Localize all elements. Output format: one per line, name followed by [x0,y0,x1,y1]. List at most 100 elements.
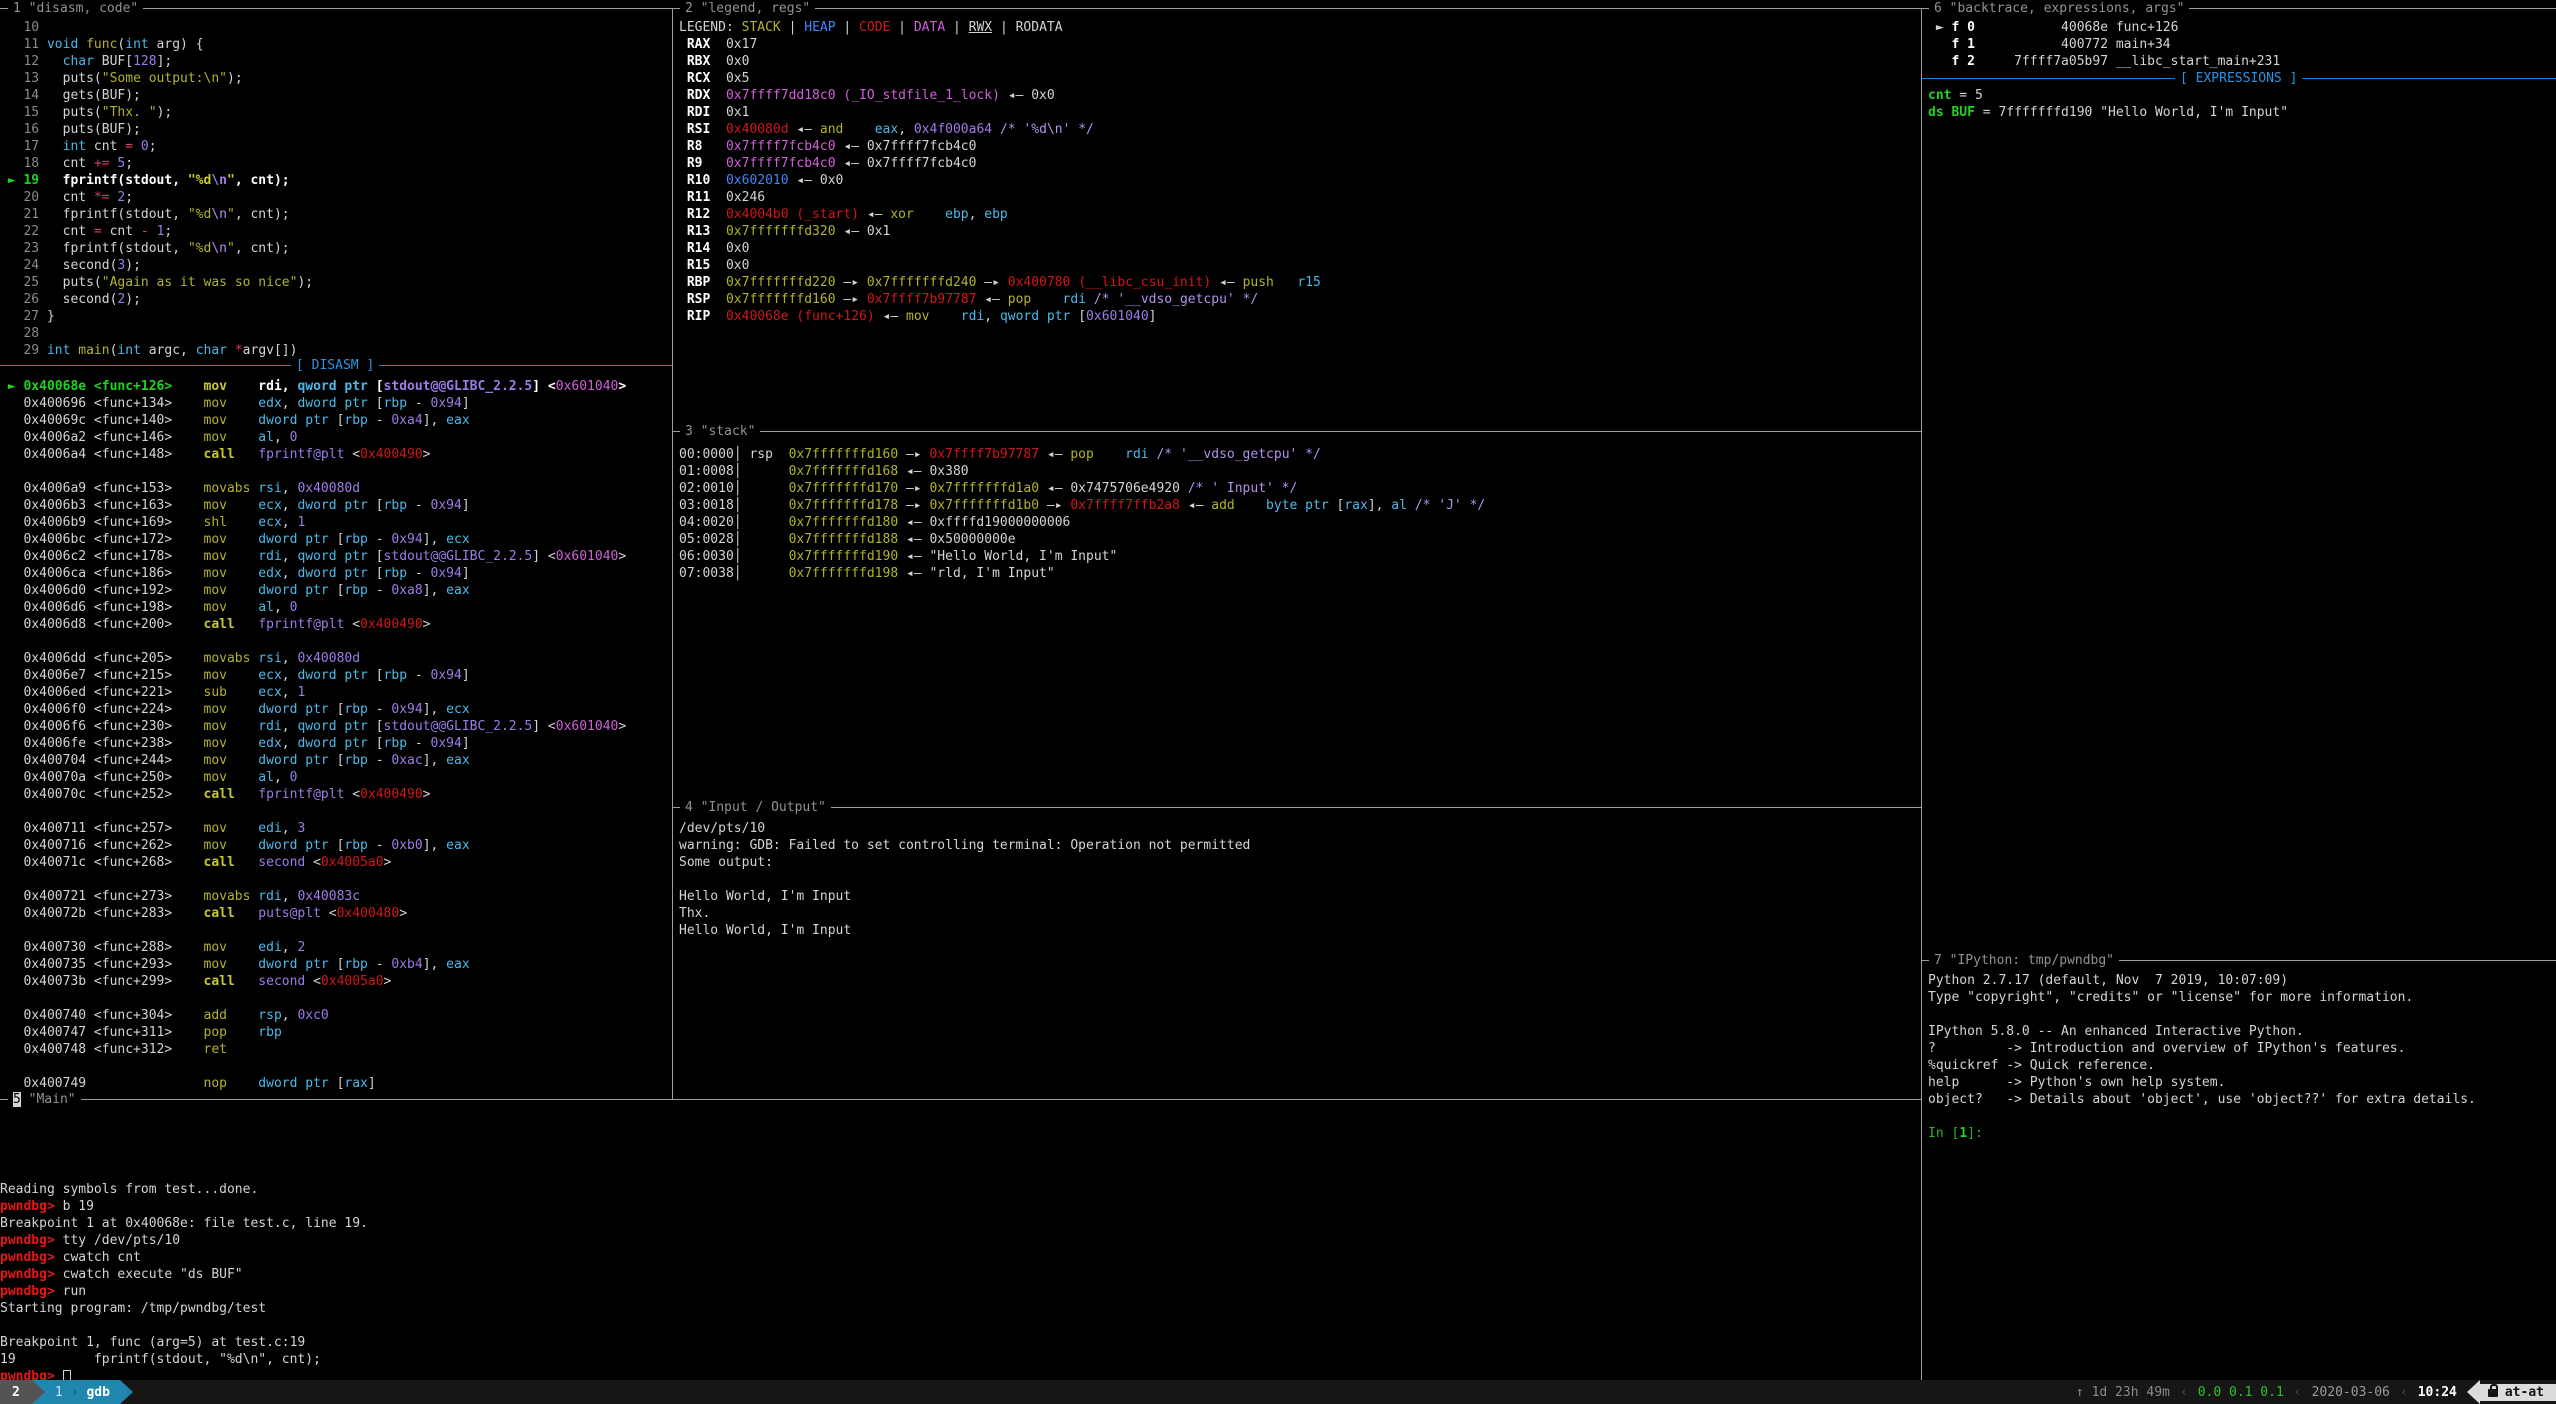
chevron-separator-icon: ‹ [2180,1384,2188,1401]
lock-icon [2488,1389,2498,1397]
terminal-line: RDX 0x7ffff7dd18c0 (_IO_stdfile_1_lock) … [679,87,1919,104]
terminal-line: RCX 0x5 [679,70,1919,87]
terminal-line: pwndbg> run [0,1283,1920,1300]
terminal-line: R9 0x7ffff7fcb4c0 ◂— 0x7ffff7fcb4c0 [679,155,1919,172]
ipython-pane[interactable]: Python 2.7.17 (default, Nov 7 2019, 10:0… [1928,972,2554,1142]
pane-border-vertical-right [1921,8,1922,1380]
terminal-line: 0x4006b3 <func+163> mov ecx, dword ptr [… [0,497,671,514]
terminal-line [0,803,671,820]
pane-title-io: 4 "Input / Output" [680,799,831,816]
terminal-line: 12 char BUF[128]; [0,53,671,70]
terminal-line: 0x4006f6 <func+230> mov rdi, qword ptr [… [0,718,671,735]
expressions-list[interactable]: cnt = 5ds BUF = 7fffffffd190 "Hello Worl… [1928,87,2554,121]
terminal-line: 0x400696 <func+134> mov edx, dword ptr [… [0,395,671,412]
terminal-line: %quickref -> Quick reference. [1928,1057,2554,1074]
powerline-arrow-icon [2467,1380,2480,1404]
source-code-listing[interactable]: 10 11 void func(int arg) { 12 char BUF[1… [0,19,671,359]
terminal-line: ds BUF = 7fffffffd190 "Hello World, I'm … [1928,104,2554,121]
terminal-line: 0x400740 <func+304> add rsp, 0xc0 [0,1007,671,1024]
terminal-line: pwndbg> [0,1368,1920,1380]
terminal-line: 24 second(3); [0,257,671,274]
terminal-line: Breakpoint 1, func (arg=5) at test.c:19 [0,1334,1920,1351]
terminal-line: 10 [0,19,671,36]
terminal-line: R12 0x4004b0 (_start) ◂— xor ebp, ebp [679,206,1919,223]
terminal-line: 25 puts("Again as it was so nice"); [0,274,671,291]
terminal-line: 14 gets(BUF); [0,87,671,104]
terminal-line: ► 0x40068e <func+126> mov rdi, qword ptr… [0,378,671,395]
terminal-line: 0x4006a9 <func+153> movabs rsi, 0x40080d [0,480,671,497]
terminal-line [0,871,671,888]
terminal-line: object? -> Details about 'object', use '… [1928,1091,2554,1108]
terminal-line: 0x4006fe <func+238> mov edx, dword ptr [… [0,735,671,752]
terminal-line: 23 fprintf(stdout, "%d\n", cnt); [0,240,671,257]
session-indicator[interactable]: 2 [0,1380,32,1404]
terminal-line: 19 fprintf(stdout, "%d\n", cnt); [0,1351,1920,1368]
chevron-separator-icon: ‹ [2400,1384,2408,1401]
terminal-line: 0x40071c <func+268> call second <0x4005a… [0,854,671,871]
terminal-line [0,463,671,480]
terminal-line: 20 cnt *= 2; [0,189,671,206]
pane-title-ipython: 7 "IPython: tmp/pwndbg" [1929,952,2119,969]
terminal-line: Type "copyright", "credits" or "license"… [1928,989,2554,1006]
terminal-line: 06:0030│ 0x7fffffffd190 ◂— "Hello World,… [679,548,1919,565]
terminal-line: pwndbg> cwatch execute "ds BUF" [0,1266,1920,1283]
stack-pane[interactable]: 00:0000│ rsp 0x7fffffffd160 —▸ 0x7ffff7b… [679,446,1919,582]
pane-title-main: 5 "Main" [8,1091,81,1108]
terminal-line [1928,1108,2554,1125]
terminal-line: RAX 0x17 [679,36,1919,53]
terminal-line: Hello World, I'm Input [679,888,1919,905]
window-tab-gdb[interactable]: 1›gdb [45,1380,120,1404]
io-pane[interactable]: /dev/pts/10warning: GDB: Failed to set c… [679,820,1919,939]
terminal-line: 0x4006d6 <func+198> mov al, 0 [0,599,671,616]
terminal-line: 0x4006bc <func+172> mov dword ptr [rbp -… [0,531,671,548]
terminal-line [0,1317,1920,1334]
terminal-line: 0x4006d8 <func+200> call fprintf@plt <0x… [0,616,671,633]
pane-border-main [0,1099,1921,1100]
uptime-text: 1d 23h 49m [2092,1384,2170,1401]
terminal-line: 0x40072b <func+283> call puts@plt <0x400… [0,905,671,922]
terminal-line: RBP 0x7fffffffd220 —▸ 0x7fffffffd240 —▸ … [679,274,1919,291]
hostname-text: at-at [2505,1384,2544,1401]
terminal-line: 0x400721 <func+273> movabs rdi, 0x40083c [0,888,671,905]
terminal-line: Hello World, I'm Input [679,922,1919,939]
terminal-line: Python 2.7.17 (default, Nov 7 2019, 10:0… [1928,972,2554,989]
terminal-line [679,871,1919,888]
expressions-section-label: [ EXPRESSIONS ] [2175,70,2302,87]
terminal-line [0,990,671,1007]
terminal-line [0,633,671,650]
terminal-line: Breakpoint 1 at 0x40068e: file test.c, l… [0,1215,1920,1232]
terminal-line: R11 0x246 [679,189,1919,206]
terminal-line: ► f 0 40068e func+126 [1928,19,2554,36]
terminal-line: 0x40070c <func+252> call fprintf@plt <0x… [0,786,671,803]
terminal-line: 27 } [0,308,671,325]
status-bar: 2 1›gdb ↑ 1d 23h 49m ‹ 0.0 0.1 0.1 ‹ 202… [0,1380,2556,1404]
terminal-screen: 1 "disasm, code" 2 "legend, regs" 6 "bac… [0,0,2556,1380]
terminal-line: 0x4006b9 <func+169> shl ecx, 1 [0,514,671,531]
terminal-line: ► 19 fprintf(stdout, "%d\n", cnt); [0,172,671,189]
terminal-line: 21 fprintf(stdout, "%d\n", cnt); [0,206,671,223]
terminal-line: 04:0020│ 0x7fffffffd180 ◂— 0xffffd190000… [679,514,1919,531]
terminal-line: 0x4006c2 <func+178> mov rdi, qword ptr [… [0,548,671,565]
powerline-arrow-icon [120,1380,133,1404]
registers-pane[interactable]: LEGEND: STACK | HEAP | CODE | DATA | RWX… [679,19,1919,325]
backtrace-frames[interactable]: ► f 0 40068e func+126 f 1 400772 main+34… [1928,19,2554,70]
status-time: 10:24 [2418,1384,2457,1401]
terminal-line: 0x4006d0 <func+192> mov dword ptr [rbp -… [0,582,671,599]
terminal-line: 0x4006e7 <func+215> mov ecx, dword ptr [… [0,667,671,684]
terminal-line: LEGEND: STACK | HEAP | CODE | DATA | RWX… [679,19,1919,36]
gdb-main-pane[interactable]: Reading symbols from test...done.pwndbg>… [0,1113,1920,1380]
terminal-line: 00:0000│ rsp 0x7fffffffd160 —▸ 0x7ffff7b… [679,446,1919,463]
terminal-line: 0x400748 <func+312> ret [0,1041,671,1058]
terminal-line: 0x400749 nop dword ptr [rax] [0,1075,671,1092]
window-separator-icon: › [71,1384,79,1401]
terminal-line: pwndbg> tty /dev/pts/10 [0,1232,1920,1249]
terminal-line: f 2 7ffff7a05b97 __libc_start_main+231 [1928,53,2554,70]
hostname-segment: at-at [2480,1384,2556,1401]
disassembly-listing[interactable]: ► 0x40068e <func+126> mov rdi, qword ptr… [0,378,671,1092]
terminal-line [1928,1006,2554,1023]
terminal-line: 28 [0,325,671,342]
terminal-line [0,922,671,939]
terminal-line: 0x400716 <func+262> mov dword ptr [rbp -… [0,837,671,854]
terminal-line: 0x400735 <func+293> mov dword ptr [rbp -… [0,956,671,973]
terminal-line: 22 cnt = cnt - 1; [0,223,671,240]
